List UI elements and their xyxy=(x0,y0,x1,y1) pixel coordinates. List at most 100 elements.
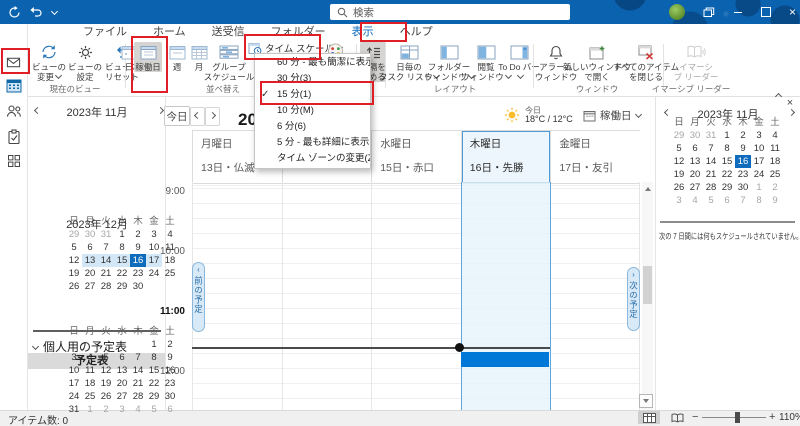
menu-item[interactable]: ✓ 15 分(1) xyxy=(255,87,370,103)
day-header[interactable]: 金曜日 17日・友引 xyxy=(550,131,640,183)
maximize-button[interactable] xyxy=(757,0,775,24)
view-settings-button[interactable]: ビューの 設定 xyxy=(68,42,102,82)
mini-cal-day[interactable]: 4 xyxy=(162,228,178,241)
menu-item[interactable]: 10 分(M) xyxy=(255,103,370,119)
mini-cal-day[interactable]: 3 xyxy=(146,228,162,241)
sync-icon[interactable] xyxy=(7,5,21,19)
mini-cal-day[interactable]: 30 xyxy=(162,390,178,403)
tab-フォルダー[interactable]: フォルダー xyxy=(258,24,339,40)
tab-表示[interactable]: 表示 xyxy=(339,24,387,40)
mini-cal-day[interactable]: 12 xyxy=(98,364,114,377)
calendar-grid[interactable] xyxy=(192,182,640,410)
today-button[interactable]: 今日 xyxy=(164,106,190,126)
todo-bar-button[interactable]: To Do バー xyxy=(498,42,540,82)
mini-cal-day[interactable]: 19 xyxy=(671,168,687,181)
mini-cal-day[interactable]: 1 xyxy=(114,228,130,241)
mini-cal-day[interactable] xyxy=(114,338,130,351)
mini-cal-day[interactable]: 7 xyxy=(130,351,146,364)
next-appointment-tab[interactable]: › 次の予定 xyxy=(627,267,640,331)
zoom-out-button[interactable]: − xyxy=(692,411,698,424)
selected-time-slot[interactable] xyxy=(461,352,549,367)
mini-cal-day[interactable]: 20 xyxy=(687,168,703,181)
user-avatar[interactable] xyxy=(669,4,685,20)
day-column[interactable] xyxy=(281,182,372,410)
mini-cal-day[interactable] xyxy=(98,338,114,351)
mini-cal-day[interactable]: 11 xyxy=(162,241,178,254)
group-schedule-button[interactable]: グループ スケジュール xyxy=(204,42,254,82)
mini-cal-day[interactable]: 23 xyxy=(735,168,751,181)
mini-cal-day[interactable]: 17 xyxy=(66,377,82,390)
mini-cal-day[interactable]: 13 xyxy=(82,254,98,267)
mini-cal-day[interactable]: 12 xyxy=(671,155,687,168)
weather-widget[interactable]: 今日 18°C / 12°C xyxy=(504,106,573,124)
nav-mail-icon[interactable] xyxy=(0,51,27,73)
mini-cal-day[interactable]: 6 xyxy=(719,194,735,207)
menu-item[interactable]: 5 分 - 最も詳細に表示(5) xyxy=(255,135,370,151)
mini-cal-day[interactable]: 11 xyxy=(767,142,783,155)
mini-cal-day[interactable]: 4 xyxy=(767,129,783,142)
mini-cal-day[interactable]: 21 xyxy=(98,267,114,280)
mini-cal-day[interactable]: 31 xyxy=(66,403,82,416)
mini-cal-day[interactable]: 1 xyxy=(82,403,98,416)
mini-cal-day[interactable]: 7 xyxy=(703,142,719,155)
mini-cal-day[interactable]: 6 xyxy=(114,351,130,364)
zoom-slider-thumb[interactable] xyxy=(735,412,740,423)
mini-cal-day[interactable]: 19 xyxy=(98,377,114,390)
daily-task-list-button[interactable]: 日毎の タスク リスト xyxy=(379,42,432,82)
day-column[interactable] xyxy=(192,182,282,410)
mini-cal-day[interactable]: 24 xyxy=(751,168,767,181)
day-column[interactable] xyxy=(460,182,551,410)
mini-cal-day[interactable]: 4 xyxy=(130,403,146,416)
mini-cal-day[interactable]: 19 xyxy=(66,267,82,280)
mini-cal-day[interactable]: 27 xyxy=(82,280,98,293)
mini-cal-day[interactable]: 15 xyxy=(146,364,162,377)
mini-cal-day[interactable]: 29 xyxy=(146,390,162,403)
zoom-in-button[interactable]: + xyxy=(769,411,775,424)
mini-cal-day[interactable]: 15 xyxy=(719,155,735,168)
mini-cal-day[interactable]: 3 xyxy=(66,351,82,364)
mini-cal-day[interactable]: 5 xyxy=(66,241,82,254)
mini-cal-day[interactable]: 2 xyxy=(98,403,114,416)
immersive-reader-button[interactable]: イマーシ ブ リーダー xyxy=(672,42,720,82)
mini-cal-day[interactable] xyxy=(66,338,82,351)
mini-cal-day[interactable]: 22 xyxy=(719,168,735,181)
mini-cal-day[interactable]: 5 xyxy=(703,194,719,207)
mini-cal-day[interactable]: 2 xyxy=(735,129,751,142)
mini-cal-day[interactable]: 22 xyxy=(146,377,162,390)
mini-cal-day[interactable]: 13 xyxy=(114,364,130,377)
mini-cal-day[interactable]: 21 xyxy=(703,168,719,181)
close-todo-bar-icon[interactable]: × xyxy=(784,97,796,109)
mini-cal-day[interactable]: 5 xyxy=(98,351,114,364)
mini-cal-day[interactable]: 4 xyxy=(687,194,703,207)
mini-cal-day[interactable]: 1 xyxy=(146,338,162,351)
mini-cal-day[interactable]: 3 xyxy=(114,403,130,416)
calendar-view-button[interactable] xyxy=(638,411,660,424)
mini-cal-day[interactable]: 30 xyxy=(735,181,751,194)
day-column[interactable] xyxy=(371,182,461,410)
mini-cal-day[interactable]: 11 xyxy=(82,364,98,377)
mini-cal-day[interactable]: 24 xyxy=(66,390,82,403)
mini-cal-day[interactable]: 23 xyxy=(130,267,146,280)
mini-cal-day[interactable]: 23 xyxy=(162,377,178,390)
mini-cal-day[interactable]: 2 xyxy=(162,338,178,351)
tab-ファイル[interactable]: ファイル xyxy=(70,24,140,40)
mini-cal-day[interactable]: 8 xyxy=(114,241,130,254)
mini-cal-day[interactable]: 30 xyxy=(687,129,703,142)
mini-cal-day[interactable]: 6 xyxy=(82,241,98,254)
change-view-button[interactable]: ビューの 変更 xyxy=(32,42,66,82)
previous-period-button[interactable] xyxy=(190,107,205,126)
zoom-slider-track[interactable] xyxy=(702,417,766,418)
mini-cal-day[interactable] xyxy=(82,338,98,351)
mini-cal-day[interactable]: 7 xyxy=(98,241,114,254)
work-week-view-button[interactable]: 稼働日 xyxy=(134,42,162,72)
reading-view-button[interactable] xyxy=(666,411,688,424)
nav-calendar-icon[interactable] xyxy=(0,74,27,96)
mini-cal-day[interactable]: 20 xyxy=(114,377,130,390)
mini-cal-day[interactable]: 17 xyxy=(751,155,767,168)
mini-cal-day[interactable] xyxy=(146,280,162,293)
tab-送受信[interactable]: 送受信 xyxy=(199,24,258,40)
month-view-button[interactable]: 月 xyxy=(188,42,210,72)
mini-cal-day[interactable]: 28 xyxy=(703,181,719,194)
mini-cal-day[interactable]: 27 xyxy=(687,181,703,194)
mini-cal-day[interactable]: 3 xyxy=(671,194,687,207)
